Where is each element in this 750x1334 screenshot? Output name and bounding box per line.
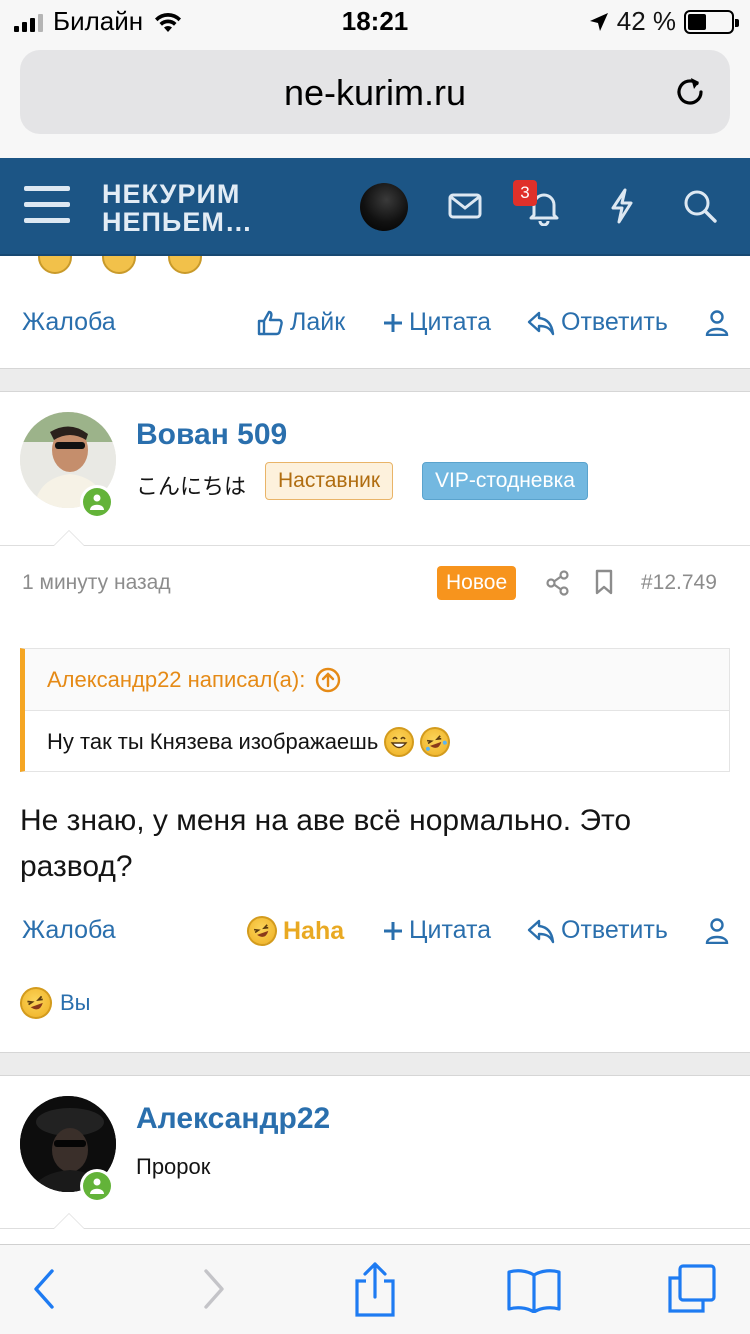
url-text[interactable]: ne-kurim.ru [20,72,730,114]
notification-badge: 3 [513,180,537,206]
post-message: Не знаю, у меня на аве всё нормально. Эт… [20,804,632,883]
status-right: 42 % [589,6,739,37]
report-label: Жалоба [22,916,116,944]
battery-percent: 42 % [616,6,676,36]
emoji-icon [38,256,72,274]
post-username[interactable]: Александр22 [136,1102,330,1136]
quote-header: Александр22 написал(а): [25,649,729,711]
post-separator [0,1052,750,1076]
reaction-label: Haha [283,916,345,945]
browser-address-area: ne-kurim.ru [0,42,750,158]
battery-icon [684,9,739,34]
menu-icon[interactable] [24,186,70,226]
rofl-emoji-icon [15,982,57,1024]
report-link[interactable]: Жалоба [22,916,116,945]
reply-button[interactable]: Ответить [527,916,668,945]
quote-author: Александр22 написал(а): [47,667,306,692]
reactions-summary[interactable]: Вы [15,982,91,1024]
like-label: Лайк [290,308,346,336]
reaction-button[interactable]: Haha [242,911,345,951]
user-icon[interactable] [705,310,729,336]
status-bar: Билайн 18:21 42 % [0,0,750,42]
message-caret [53,1213,85,1229]
site-logo[interactable]: НЕКУРИМ НЕПЬЕМ… [102,180,253,236]
user-title: こんにちは [136,474,247,499]
rofl-emoji-icon [416,722,455,762]
post-header-divider [0,1228,750,1229]
online-indicator [80,485,114,519]
post-header-divider [0,545,750,546]
plus-icon [384,921,402,940]
reply-icon [527,919,555,943]
share-icon[interactable] [546,570,570,596]
emoji-icon [168,256,202,274]
quote-text: Ну так ты Князева изображаешь [47,729,379,754]
quote-author-link[interactable]: Александр22 написал(а): [47,667,341,693]
account-avatar[interactable] [360,183,408,231]
thumbs-up-icon [257,310,283,335]
quote-body: Ну так ты Князева изображаешь [47,722,455,762]
user-icon[interactable] [705,918,729,944]
online-user-icon [90,494,104,510]
quote-button[interactable]: Цитата [383,308,491,337]
mail-icon[interactable] [445,186,485,226]
reply-label: Ответить [561,308,668,336]
quote-label: Цитата [409,916,492,944]
back-icon[interactable] [30,1267,60,1311]
reply-label: Ответить [561,916,668,944]
logo-line-2: НЕПЬЕМ… [102,207,253,237]
logo-line-1: НЕКУРИМ [102,179,241,209]
search-icon[interactable] [680,186,720,226]
quote-label: Цитата [409,308,492,336]
mentor-badge: Наставник [265,462,394,500]
rofl-emoji-icon [242,911,282,951]
emoji-icon [102,256,136,274]
location-arrow-icon [589,12,608,31]
reload-icon[interactable] [670,72,710,112]
reacted-by[interactable]: Вы [60,990,91,1016]
site-header: НЕКУРИМ НЕПЬЕМ… [0,158,750,256]
quote-button[interactable]: Цитата [383,916,491,945]
post-date[interactable]: 1 минуту назад [22,571,171,595]
previous-post-actions: Жалоба Лайк Цитата Ответить [0,294,750,354]
forward-icon[interactable] [198,1267,228,1311]
reply-icon [527,311,555,335]
post-number[interactable]: #12.749 [641,571,717,595]
like-button[interactable]: Лайк [256,308,345,337]
bookmark-icon[interactable] [594,569,614,595]
post-username[interactable]: Вован 509 [136,418,287,452]
user-title: Пророк [136,1154,211,1179]
address-bar[interactable]: ne-kurim.ru [20,50,730,134]
quote-block: Александр22 написал(а): Ну так ты Князев… [20,648,730,772]
previous-post-emoji-fragment [0,256,750,276]
message-caret [53,530,85,546]
arrow-up-circle-icon[interactable] [315,667,341,693]
online-user-icon [90,1178,104,1194]
report-label: Жалоба [22,308,116,336]
lightning-icon[interactable] [602,186,642,226]
post-actions: Жалоба Haha Цитата Ответить [0,902,750,962]
online-indicator [80,1169,114,1203]
vip-badge: VIP-стодневка [422,462,588,500]
report-link[interactable]: Жалоба [22,308,116,337]
tabs-icon[interactable] [666,1263,718,1315]
post-meta: 1 минуту назад Новое #12.749 [0,566,750,600]
post-separator [0,368,750,392]
share-sheet-icon[interactable] [352,1261,398,1319]
bookmarks-icon[interactable] [506,1267,562,1313]
new-badge: Новое [437,566,517,600]
reply-button[interactable]: Ответить [527,308,668,337]
plus-icon [384,313,402,332]
grinning-emoji-icon [384,727,415,757]
browser-toolbar [0,1244,750,1334]
